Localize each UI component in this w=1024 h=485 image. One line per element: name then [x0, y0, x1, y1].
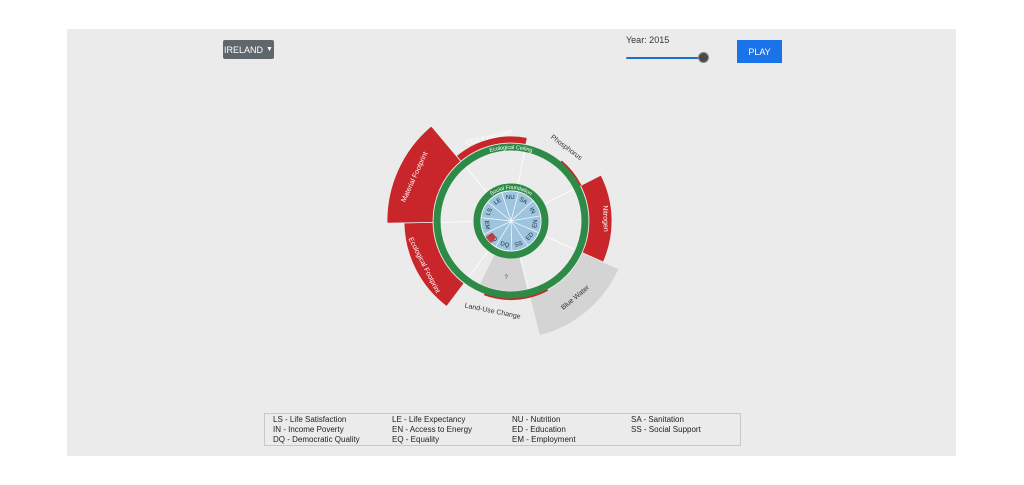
social-code-label: EN	[532, 219, 539, 228]
band-separator	[517, 152, 525, 185]
eco-label-land-use-change: Land-Use Change	[464, 303, 521, 321]
legend-item: NU - Nutrition	[512, 415, 561, 424]
doughnut-chart: ? Ecological CeilingSocial Foundation NU…	[386, 125, 620, 336]
slider-track	[626, 57, 704, 59]
legend-box: LS - Life Satisfaction LE - Life Expectan…	[264, 413, 741, 446]
legend-item: DQ - Democratic Quality	[273, 435, 360, 444]
legend-item: ED - Education	[512, 425, 566, 434]
band-separator	[465, 167, 488, 193]
legend-item: LE - Life Expectancy	[392, 415, 466, 424]
eco-label-nitrogen: Nitrogen	[601, 205, 609, 232]
band-separator	[441, 221, 475, 223]
country-dropdown[interactable]: IRELAND ▼	[223, 40, 274, 59]
social-segments: NUSAINENEDSSDQEQEMLSLE	[480, 190, 542, 252]
year-slider[interactable]	[626, 52, 709, 64]
band-separator	[544, 235, 576, 250]
play-button[interactable]: PLAY	[737, 40, 782, 63]
legend-item: EM - Employment	[512, 435, 576, 444]
legend-item: SS - Social Support	[631, 425, 701, 434]
legend-item: SA - Sanitation	[631, 415, 684, 424]
legend-item: LS - Life Satisfaction	[273, 415, 347, 424]
slider-thumb[interactable]	[697, 52, 709, 63]
caret-down-icon: ▼	[266, 46, 273, 53]
year-label: Year: 2015	[626, 35, 670, 45]
band-separator	[543, 188, 574, 205]
legend-item: EQ - Equality	[392, 435, 440, 444]
legend-item: IN - Income Poverty	[273, 425, 344, 434]
legend-item: EN - Access to Energy	[392, 425, 473, 434]
social-code-label: NU	[506, 195, 515, 201]
country-label: IRELAND	[224, 44, 264, 55]
